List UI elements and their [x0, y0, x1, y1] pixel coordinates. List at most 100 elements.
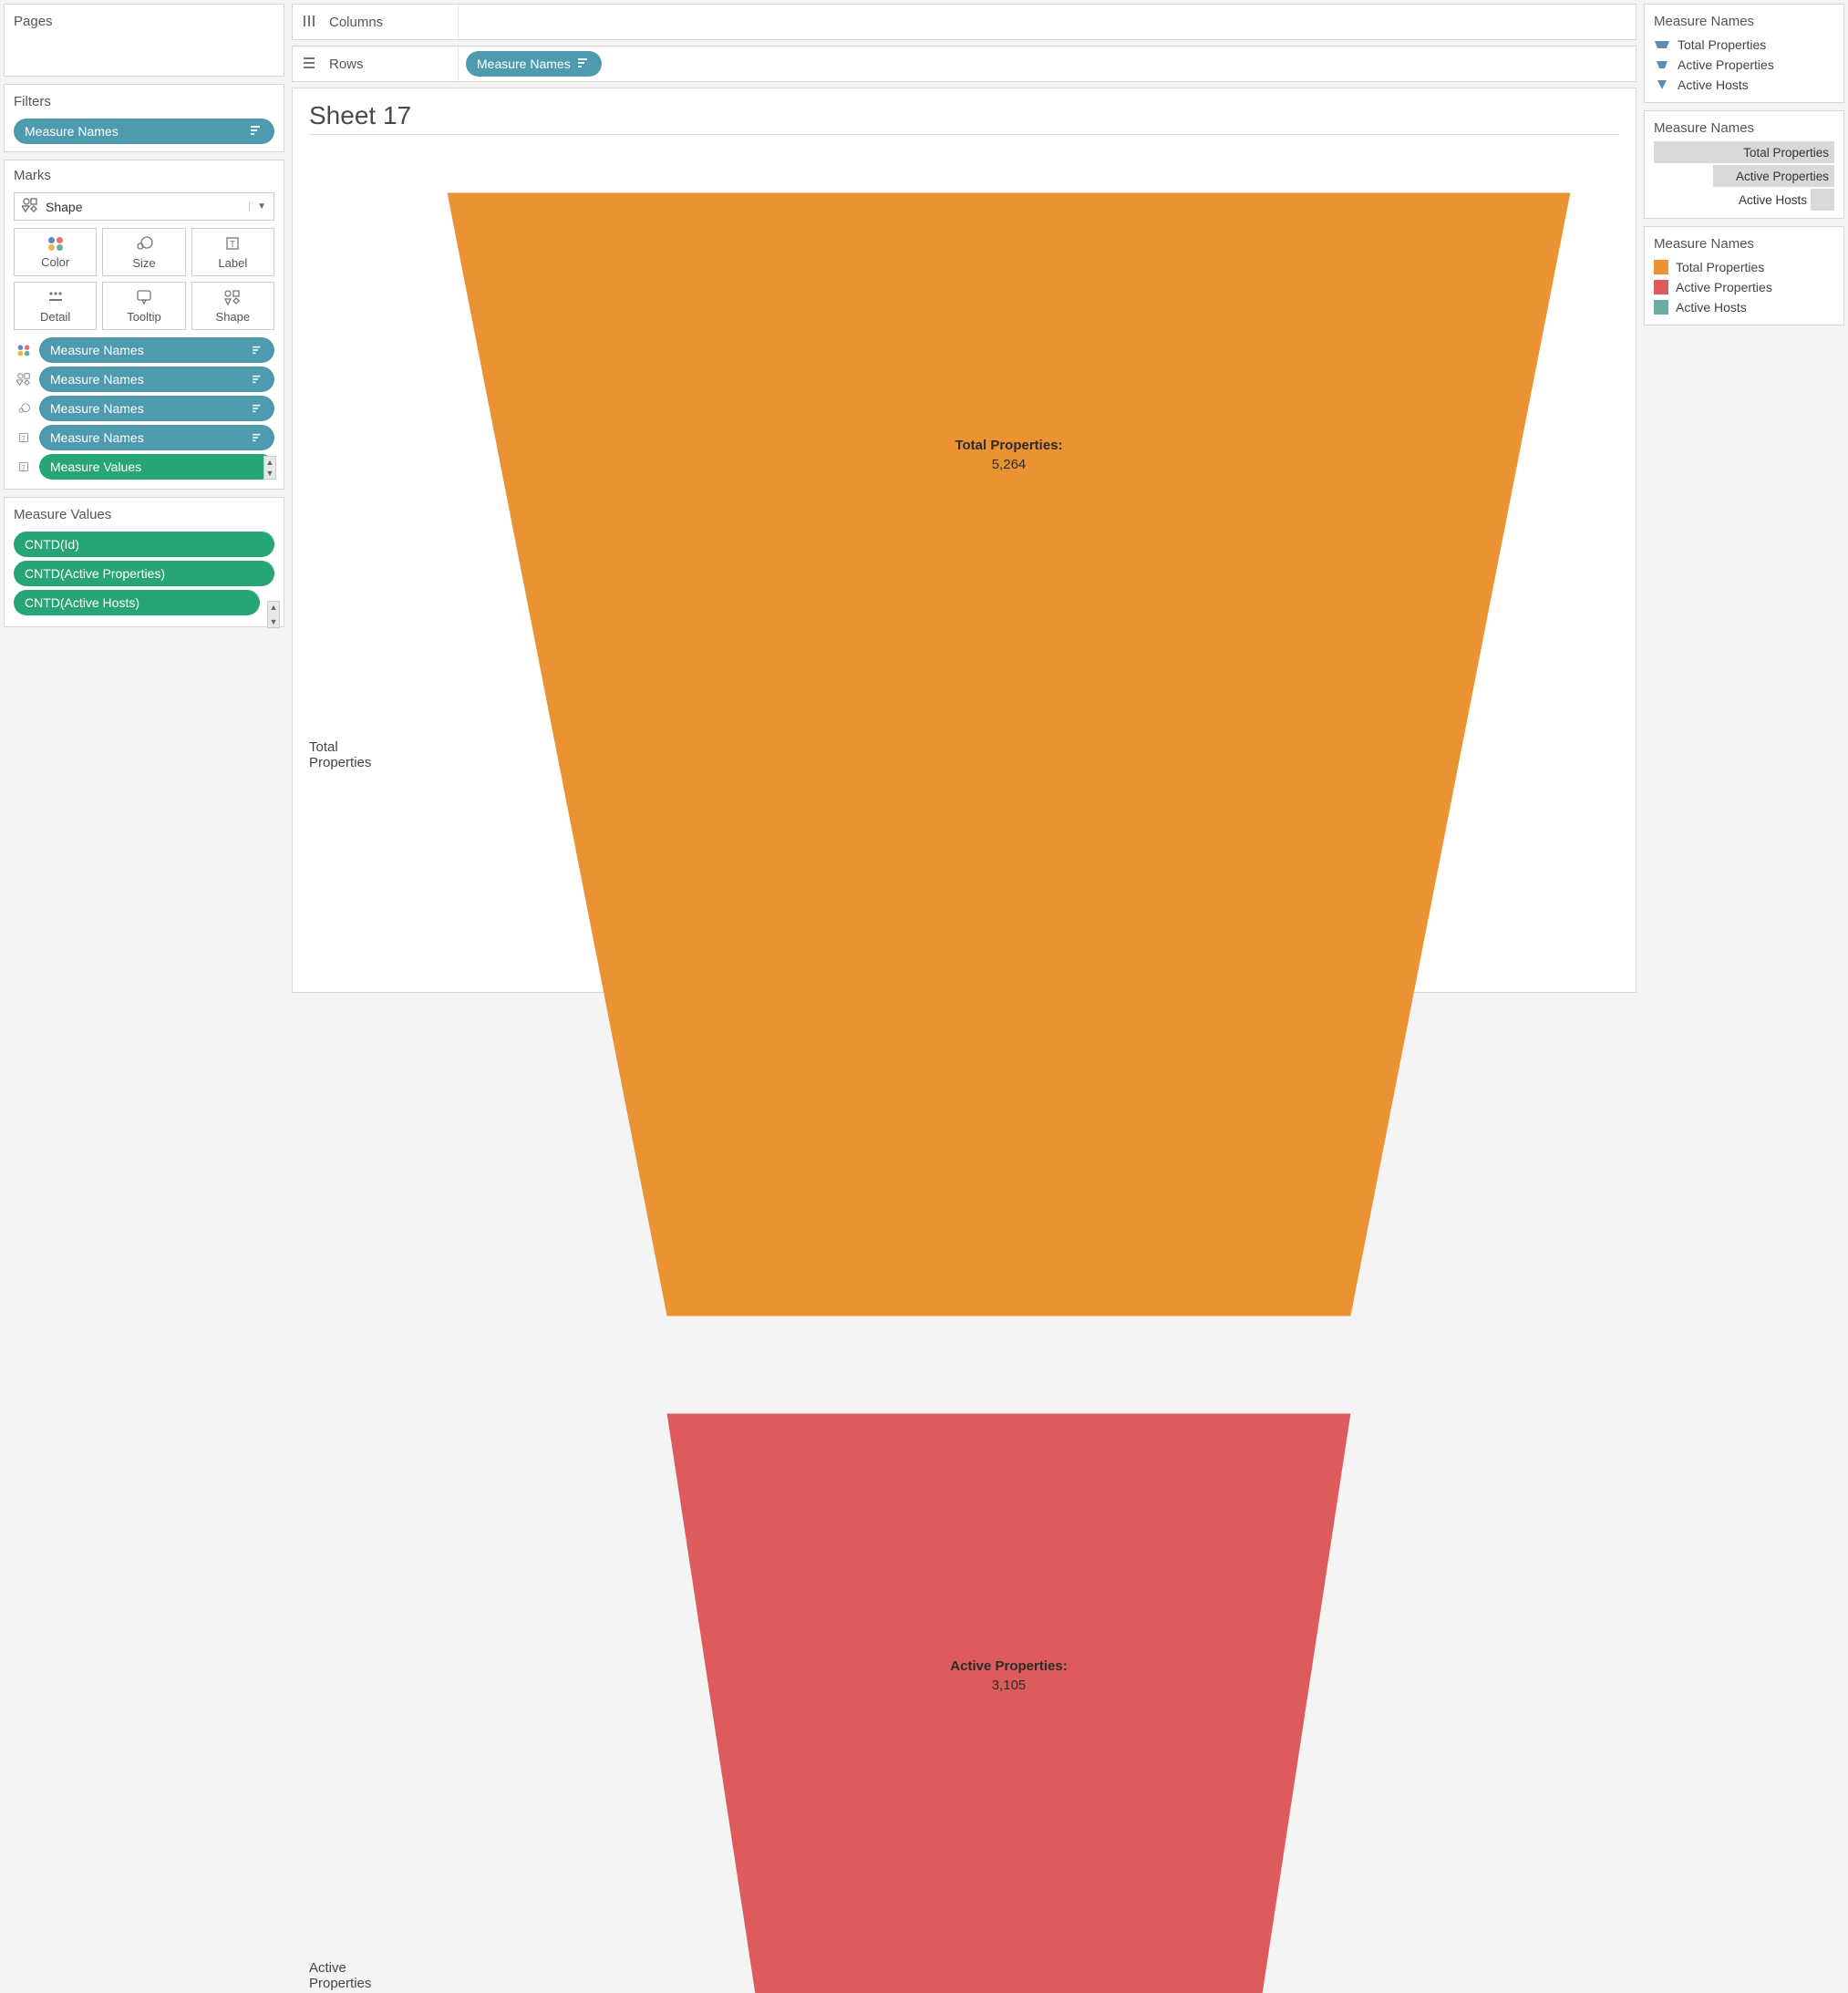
rows-icon: [302, 56, 316, 73]
filter-pill-measure-names[interactable]: Measure Names: [14, 119, 274, 144]
mv-pill-0[interactable]: CNTD(Id): [14, 532, 274, 557]
marks-grid: Color Size T Label Detail Tooltip: [14, 228, 274, 330]
size-legend[interactable]: Measure Names Total Properties Active Pr…: [1644, 110, 1844, 219]
legend-title: Measure Names: [1654, 120, 1834, 136]
shape-label: Active Properties: 3,105: [950, 1657, 1067, 1695]
pill-label: CNTD(Id): [25, 537, 79, 552]
funnel-shape-1[interactable]: Active Properties: 3,105: [398, 1365, 1619, 1993]
pill-label: Measure Names: [50, 430, 144, 445]
measure-values-title: Measure Values: [14, 507, 274, 522]
funnel-shape-icon: [1654, 38, 1670, 51]
cell-label: Color: [41, 255, 69, 269]
marks-cell-color[interactable]: Color: [14, 228, 97, 276]
filters-title: Filters: [14, 94, 274, 109]
row-label: Active Properties: [309, 1960, 391, 1991]
rows-pill-measure-names[interactable]: Measure Names: [466, 51, 602, 77]
funnel-row-1: Active Properties Active Properties: 3,1…: [309, 1365, 1619, 1993]
columns-icon: [302, 14, 316, 31]
marks-cell-shape[interactable]: Shape: [191, 282, 274, 330]
color-legend[interactable]: Measure Names Total Properties Active Pr…: [1644, 226, 1844, 325]
mark-pill-shape[interactable]: Measure Names: [14, 367, 274, 392]
mark-pills: Measure Names Measure Names Measure Name…: [14, 337, 274, 480]
marks-cell-label[interactable]: T Label: [191, 228, 274, 276]
marks-panel: Marks Shape ▼ Color: [4, 160, 284, 490]
marks-cell-tooltip[interactable]: Tooltip: [102, 282, 185, 330]
shape-icon: [14, 372, 34, 387]
measure-values-panel[interactable]: Measure Values CNTD(Id) CNTD(Active Prop…: [4, 497, 284, 627]
scroll-down-icon[interactable]: ▼: [266, 468, 274, 479]
sort-icon: [251, 124, 263, 139]
legend-label: Total Properties: [1678, 37, 1766, 52]
color-swatch: [1654, 260, 1668, 274]
pages-panel[interactable]: Pages: [4, 4, 284, 77]
color-swatch: [1654, 280, 1668, 294]
marks-type-select[interactable]: Shape ▼: [14, 192, 274, 221]
sort-icon: [578, 57, 591, 71]
mv-scroll[interactable]: ▲▼: [267, 601, 280, 628]
svg-text:T: T: [22, 436, 26, 442]
pill-label: Measure Names: [50, 372, 144, 387]
label-icon: T: [14, 460, 34, 474]
color-icon: [46, 235, 65, 252]
legend-title: Measure Names: [1654, 14, 1834, 29]
pill-label: Measure Names: [50, 343, 144, 357]
pill-label: CNTD(Active Properties): [25, 566, 165, 581]
cell-label: Tooltip: [127, 310, 161, 324]
mark-pill-label-1[interactable]: T Measure Names: [14, 425, 274, 450]
row-label: Total Properties: [309, 739, 391, 770]
marks-cell-detail[interactable]: Detail: [14, 282, 97, 330]
shape-legend-item-1[interactable]: Active Properties: [1654, 55, 1834, 75]
sort-icon: [253, 401, 263, 416]
funnel-chart: Total Properties Total Properties: 5,264…: [309, 144, 1619, 1993]
scroll-up-icon[interactable]: ▲: [266, 457, 274, 468]
legend-label: Total Properties: [1676, 260, 1764, 274]
tooltip-icon: [134, 288, 154, 306]
marks-title: Marks: [14, 168, 274, 183]
mark-pill-size[interactable]: Measure Names: [14, 396, 274, 421]
sort-icon: [253, 430, 263, 445]
left-column: Pages Filters Measure Names Marks Shape: [4, 4, 284, 993]
cell-label: Size: [132, 256, 155, 270]
svg-text:T: T: [22, 465, 26, 471]
marks-cell-size[interactable]: Size: [102, 228, 185, 276]
columns-label: Columns: [329, 15, 383, 30]
rows-drop[interactable]: Measure Names: [459, 51, 1636, 77]
cell-label: Detail: [40, 310, 70, 324]
legend-label: Active Hosts: [1676, 300, 1747, 315]
mark-pill-label-2[interactable]: T Measure Values: [14, 454, 274, 480]
funnel-row-0: Total Properties Total Properties: 5,264: [309, 144, 1619, 1365]
color-legend-item-1[interactable]: Active Properties: [1654, 277, 1834, 297]
legend-label: Active Properties: [1678, 57, 1774, 72]
label-icon: T: [14, 430, 34, 445]
legend-label: Active Hosts: [1739, 193, 1834, 207]
size-legend-item-1[interactable]: Active Properties: [1654, 165, 1834, 187]
size-legend-item-2[interactable]: Active Hosts: [1654, 189, 1834, 211]
legend-label: Active Hosts: [1678, 77, 1749, 92]
divider: [309, 134, 1619, 135]
pill-label: Measure Names: [477, 57, 571, 71]
shape-legend[interactable]: Measure Names Total Properties Active Pr…: [1644, 4, 1844, 103]
legend-title: Measure Names: [1654, 236, 1834, 252]
legend-label: Total Properties: [1743, 146, 1834, 160]
size-legend-item-0[interactable]: Total Properties: [1654, 141, 1834, 163]
marks-scroll[interactable]: ▲▼: [263, 456, 276, 480]
scroll-down-icon[interactable]: ▼: [270, 616, 278, 627]
shape-legend-item-0[interactable]: Total Properties: [1654, 35, 1834, 55]
right-column: Measure Names Total Properties Active Pr…: [1644, 4, 1844, 993]
pill-label: Measure Names: [50, 401, 144, 416]
sheet-title[interactable]: Sheet 17: [309, 101, 1619, 130]
mv-pill-2[interactable]: CNTD(Active Hosts): [14, 590, 260, 615]
scroll-up-icon[interactable]: ▲: [270, 602, 278, 613]
color-legend-item-0[interactable]: Total Properties: [1654, 257, 1834, 277]
color-legend-item-2[interactable]: Active Hosts: [1654, 297, 1834, 317]
funnel-shape-0[interactable]: Total Properties: 5,264: [398, 144, 1619, 1365]
shape-legend-item-2[interactable]: Active Hosts: [1654, 75, 1834, 95]
filters-panel[interactable]: Filters Measure Names: [4, 84, 284, 152]
mark-pill-color[interactable]: Measure Names: [14, 337, 274, 363]
mv-pill-1[interactable]: CNTD(Active Properties): [14, 561, 274, 586]
rows-label: Rows: [329, 57, 364, 72]
columns-shelf[interactable]: Columns: [292, 4, 1636, 40]
cell-label: Label: [218, 256, 247, 270]
rows-shelf[interactable]: Rows Measure Names: [292, 46, 1636, 82]
legend-label: Active Properties: [1676, 280, 1772, 294]
